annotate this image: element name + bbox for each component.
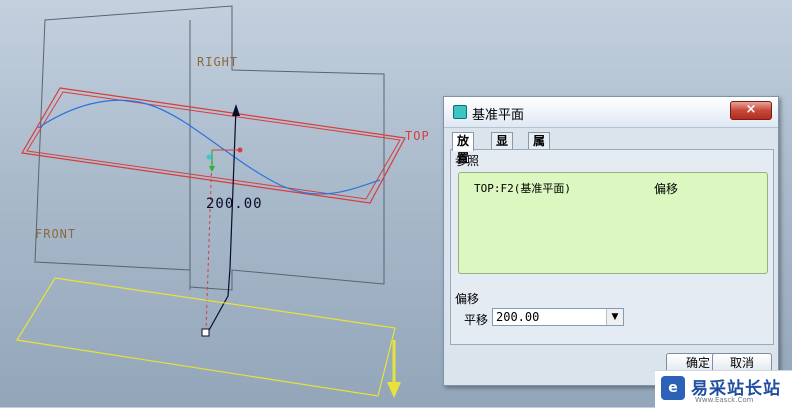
top-datum-plane[interactable] <box>21 87 406 204</box>
translate-label: 平移 <box>464 313 489 327</box>
placement-panel: 参照 TOP:F2(基准平面) 偏移 偏移 平移 ▼ <box>450 149 774 345</box>
datum-plane-icon <box>453 105 467 119</box>
offset-dimension-label[interactable]: 200.00 <box>206 196 263 212</box>
translate-combobox[interactable]: ▼ <box>492 308 624 326</box>
offset-dashed-line <box>205 154 213 331</box>
tab-properties[interactable]: 属性 <box>528 132 551 165</box>
triad-x-marker <box>237 147 243 153</box>
watermark-url: Www.Easck.Com <box>695 396 754 404</box>
top-plane-label: TOP <box>405 129 430 143</box>
front-plane-label: FRONT <box>35 227 76 241</box>
references-collector[interactable]: TOP:F2(基准平面) 偏移 <box>458 172 768 274</box>
new-datum-plane-preview[interactable] <box>16 277 396 397</box>
triad-y-marker <box>209 166 215 172</box>
dialog-titlebar[interactable]: 基准平面 × <box>444 97 778 128</box>
right-plane-label: RIGHT <box>197 55 238 69</box>
watermark-logo: e 易采站长站 Www.Easck.Com <box>655 370 792 408</box>
offset-section-label: 偏移 <box>455 292 480 306</box>
offset-drag-handle[interactable] <box>201 328 210 337</box>
triad-z-marker <box>206 154 212 160</box>
tab-placement[interactable]: 放置 <box>452 132 475 165</box>
dialog-title: 基准平面 <box>472 108 525 123</box>
translate-input[interactable] <box>493 309 611 325</box>
site-logo-icon: e <box>661 376 685 400</box>
preview-direction-arrow-head <box>387 382 401 398</box>
reference-name[interactable]: TOP:F2(基准平面) <box>474 180 571 196</box>
chevron-down-icon[interactable]: ▼ <box>606 309 623 325</box>
offset-arrow-head <box>232 104 240 116</box>
close-button[interactable]: × <box>730 101 772 120</box>
reference-constraint-type[interactable]: 偏移 <box>654 180 678 197</box>
datum-plane-dialog: 基准平面 × 放置 显示 属性 参照 TOP:F2(基准平面) 偏移 偏移 平移… <box>443 96 779 386</box>
top-datum-plane-inner <box>26 91 401 200</box>
right-datum-plane[interactable] <box>34 5 385 291</box>
tab-display[interactable]: 显示 <box>491 132 514 165</box>
